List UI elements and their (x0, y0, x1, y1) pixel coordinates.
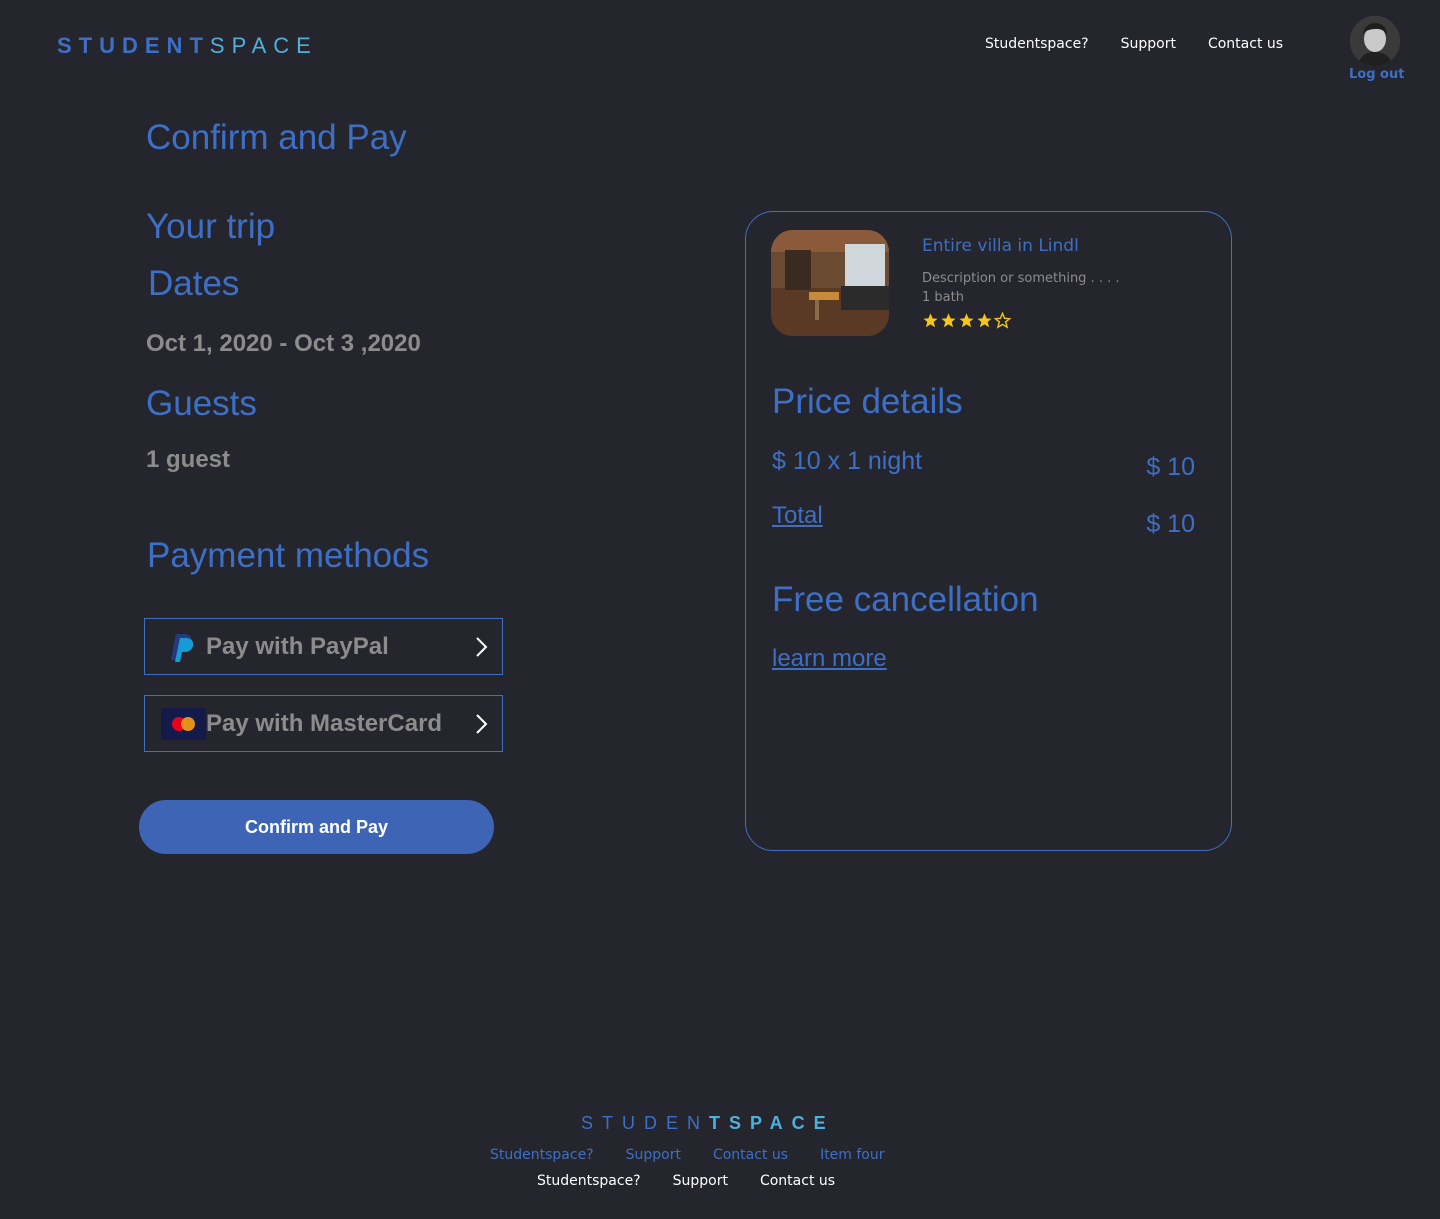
brand-logo[interactable]: STUDEN T SPACE (57, 33, 318, 59)
footer-link-contact-2[interactable]: Contact us (760, 1173, 835, 1189)
footer-link-studentspace-2[interactable]: Studentspace? (537, 1173, 641, 1189)
paypal-icon (171, 634, 194, 662)
listing-title[interactable]: Entire villa in Lindl (922, 236, 1079, 256)
logo-part-3: SPACE (209, 33, 318, 58)
footer-logo-part-2: TSPACE (709, 1113, 835, 1133)
footer-link-item-four[interactable]: Item four (820, 1147, 884, 1163)
footer-link-support-2[interactable]: Support (673, 1173, 728, 1189)
paypal-label: Pay with PayPal (206, 633, 389, 660)
chevron-right-icon (476, 637, 488, 657)
price-line-value: $ 10 (1146, 453, 1195, 481)
footer-link-support[interactable]: Support (626, 1147, 681, 1163)
learn-more-link[interactable]: learn more (772, 645, 887, 673)
logo-part-1: STUDEN (57, 33, 190, 58)
mastercard-icon (161, 708, 206, 740)
listing-card: Entire villa in Lindl Description or som… (745, 211, 1232, 851)
confirm-and-pay-button[interactable]: Confirm and Pay (139, 800, 494, 854)
footer-links-primary: Studentspace? Support Contact us Item fo… (490, 1147, 885, 1163)
listing-bath: 1 bath (922, 290, 964, 305)
page-title: Confirm and Pay (146, 118, 407, 157)
listing-thumbnail (771, 230, 889, 336)
footer-links-secondary: Studentspace? Support Contact us (537, 1173, 835, 1189)
mastercard-label: Pay with MasterCard (206, 710, 443, 737)
footer-link-contact[interactable]: Contact us (713, 1147, 788, 1163)
nav-link-support[interactable]: Support (1121, 36, 1176, 52)
footer-link-studentspace[interactable]: Studentspace? (490, 1147, 594, 1163)
star-outline-icon (994, 312, 1011, 329)
logout-link[interactable]: Log out (1349, 67, 1404, 82)
star-icon (923, 313, 938, 328)
star-icon (977, 313, 992, 328)
nav-link-contact[interactable]: Contact us (1208, 36, 1283, 52)
trip-heading: Your trip (146, 207, 276, 246)
mastercard-button[interactable]: Pay with MasterCard (144, 695, 503, 752)
footer-logo-part-1: STUDEN (581, 1113, 710, 1133)
user-avatar[interactable] (1350, 16, 1400, 66)
price-details-heading: Price details (772, 382, 963, 421)
dates-value: Oct 1, 2020 - Oct 3 ,2020 (146, 330, 421, 357)
listing-description: Description or something . . . . (922, 271, 1120, 286)
total-value: $ 10 (1146, 510, 1195, 538)
top-nav: Studentspace? Support Contact us (985, 36, 1283, 52)
chevron-right-icon (476, 714, 488, 734)
price-line-label: $ 10 x 1 night (772, 447, 923, 475)
logo-part-2: T (189, 33, 210, 58)
avatar-photo (1350, 16, 1400, 66)
guests-heading: Guests (146, 384, 257, 423)
paypal-button[interactable]: Pay with PayPal (144, 618, 503, 675)
guests-value: 1 guest (146, 446, 231, 473)
payment-heading: Payment methods (147, 536, 430, 575)
dates-heading: Dates (148, 264, 240, 303)
cancellation-heading: Free cancellation (772, 580, 1039, 619)
star-icon (959, 313, 974, 328)
star-icon (941, 313, 956, 328)
footer-logo[interactable]: STUDEN TSPACE (581, 1113, 835, 1134)
villa-interior-image (771, 230, 889, 336)
total-label[interactable]: Total (772, 502, 823, 530)
rating-stars (922, 312, 1011, 329)
nav-link-studentspace[interactable]: Studentspace? (985, 36, 1089, 52)
